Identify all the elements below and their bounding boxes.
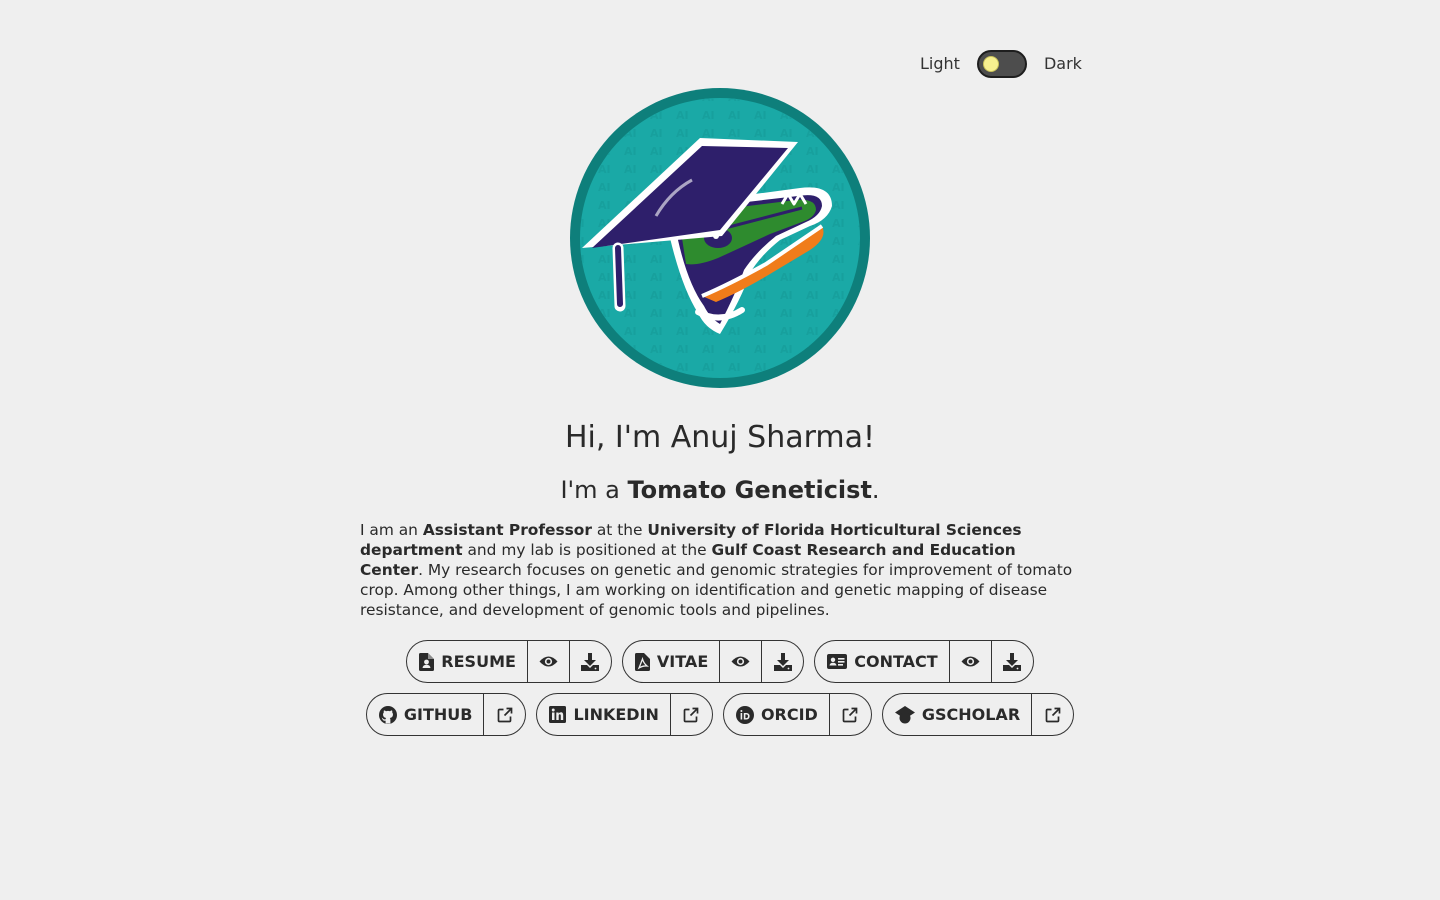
gscholar-group: GSCHOLAR — [881, 693, 1075, 736]
avatar: AI — [570, 88, 870, 388]
vitae-download-button[interactable] — [761, 641, 803, 682]
graduation-cap-icon — [894, 705, 915, 724]
address-card-icon — [827, 654, 848, 669]
eye-icon — [539, 655, 558, 668]
bio-text: at the — [591, 521, 648, 539]
file-pdf-icon — [634, 652, 650, 671]
resume-view-button[interactable] — [526, 641, 569, 682]
orcid-icon — [735, 705, 754, 724]
download-icon — [1003, 652, 1022, 671]
external-link-icon — [497, 707, 513, 723]
profile-buttons: GITHUB LINKEDIN ORCID GSCHOLAR — [0, 693, 1440, 736]
document-buttons: RESUME VITAE CONTACT — [0, 640, 1440, 683]
hero-role: I'm a Tomato Geneticist. — [0, 474, 1440, 506]
external-link-icon — [842, 707, 858, 723]
gscholar-button[interactable]: GSCHOLAR — [883, 694, 1031, 735]
resume-group: RESUME — [406, 640, 612, 683]
gscholar-label: GSCHOLAR — [921, 705, 1021, 724]
linkedin-label: LINKEDIN — [573, 705, 659, 724]
github-label: GITHUB — [403, 705, 473, 724]
github-icon — [378, 705, 397, 724]
vitae-view-button[interactable] — [719, 641, 761, 682]
contact-button[interactable]: CONTACT — [815, 641, 948, 682]
theme-toggle: Light Dark — [920, 50, 1082, 78]
linkedin-external-link-button[interactable] — [669, 694, 712, 735]
resume-button[interactable]: RESUME — [407, 641, 527, 682]
vitae-group: VITAE — [621, 640, 805, 683]
contact-group: CONTACT — [814, 640, 1034, 683]
role-title: Tomato Geneticist — [627, 476, 872, 504]
orcid-label: ORCID — [760, 705, 818, 724]
external-link-icon — [683, 707, 699, 723]
hero-name: Hi, I'm Anuj Sharma! — [564, 420, 876, 455]
vitae-button[interactable]: VITAE — [623, 641, 719, 682]
resume-download-button[interactable] — [568, 641, 611, 682]
theme-switch[interactable] — [976, 50, 1027, 78]
contact-view-button[interactable] — [948, 641, 991, 682]
sun-knob-icon — [982, 56, 999, 72]
role-suffix: . — [871, 476, 880, 504]
eye-icon — [961, 655, 980, 668]
download-icon — [773, 652, 792, 671]
contact-download-button[interactable] — [990, 641, 1033, 682]
bio-position: Assistant Professor — [422, 521, 592, 539]
bio-text: . My research focuses on genetic and gen… — [360, 561, 1073, 619]
github-external-link-button[interactable] — [483, 694, 525, 735]
external-link-icon — [1045, 707, 1061, 723]
role-prefix: I'm a — [560, 476, 628, 504]
gator-graduation-cap-logo-icon: AI — [570, 88, 870, 388]
linkedin-icon — [549, 706, 567, 723]
vitae-label: VITAE — [656, 652, 709, 671]
orcid-external-link-button[interactable] — [828, 694, 871, 735]
file-user-icon — [419, 652, 435, 671]
resume-label: RESUME — [441, 652, 516, 671]
github-button[interactable]: GITHUB — [367, 694, 484, 735]
linkedin-group: LINKEDIN — [536, 693, 713, 736]
bio-text: and my lab is positioned at the — [462, 541, 712, 559]
orcid-group: ORCID — [722, 693, 872, 736]
linkedin-button[interactable]: LINKEDIN — [537, 694, 670, 735]
github-group: GITHUB — [365, 693, 527, 736]
bio-text: I am an — [360, 521, 423, 539]
eye-icon — [731, 655, 750, 668]
dark-label: Dark — [1043, 54, 1082, 73]
light-label: Light — [920, 54, 960, 73]
contact-label: CONTACT — [854, 652, 938, 671]
download-icon — [581, 652, 600, 671]
orcid-button[interactable]: ORCID — [724, 694, 829, 735]
gscholar-external-link-button[interactable] — [1031, 694, 1073, 735]
bio-paragraph: I am an Assistant Professor at the Unive… — [360, 520, 1080, 620]
